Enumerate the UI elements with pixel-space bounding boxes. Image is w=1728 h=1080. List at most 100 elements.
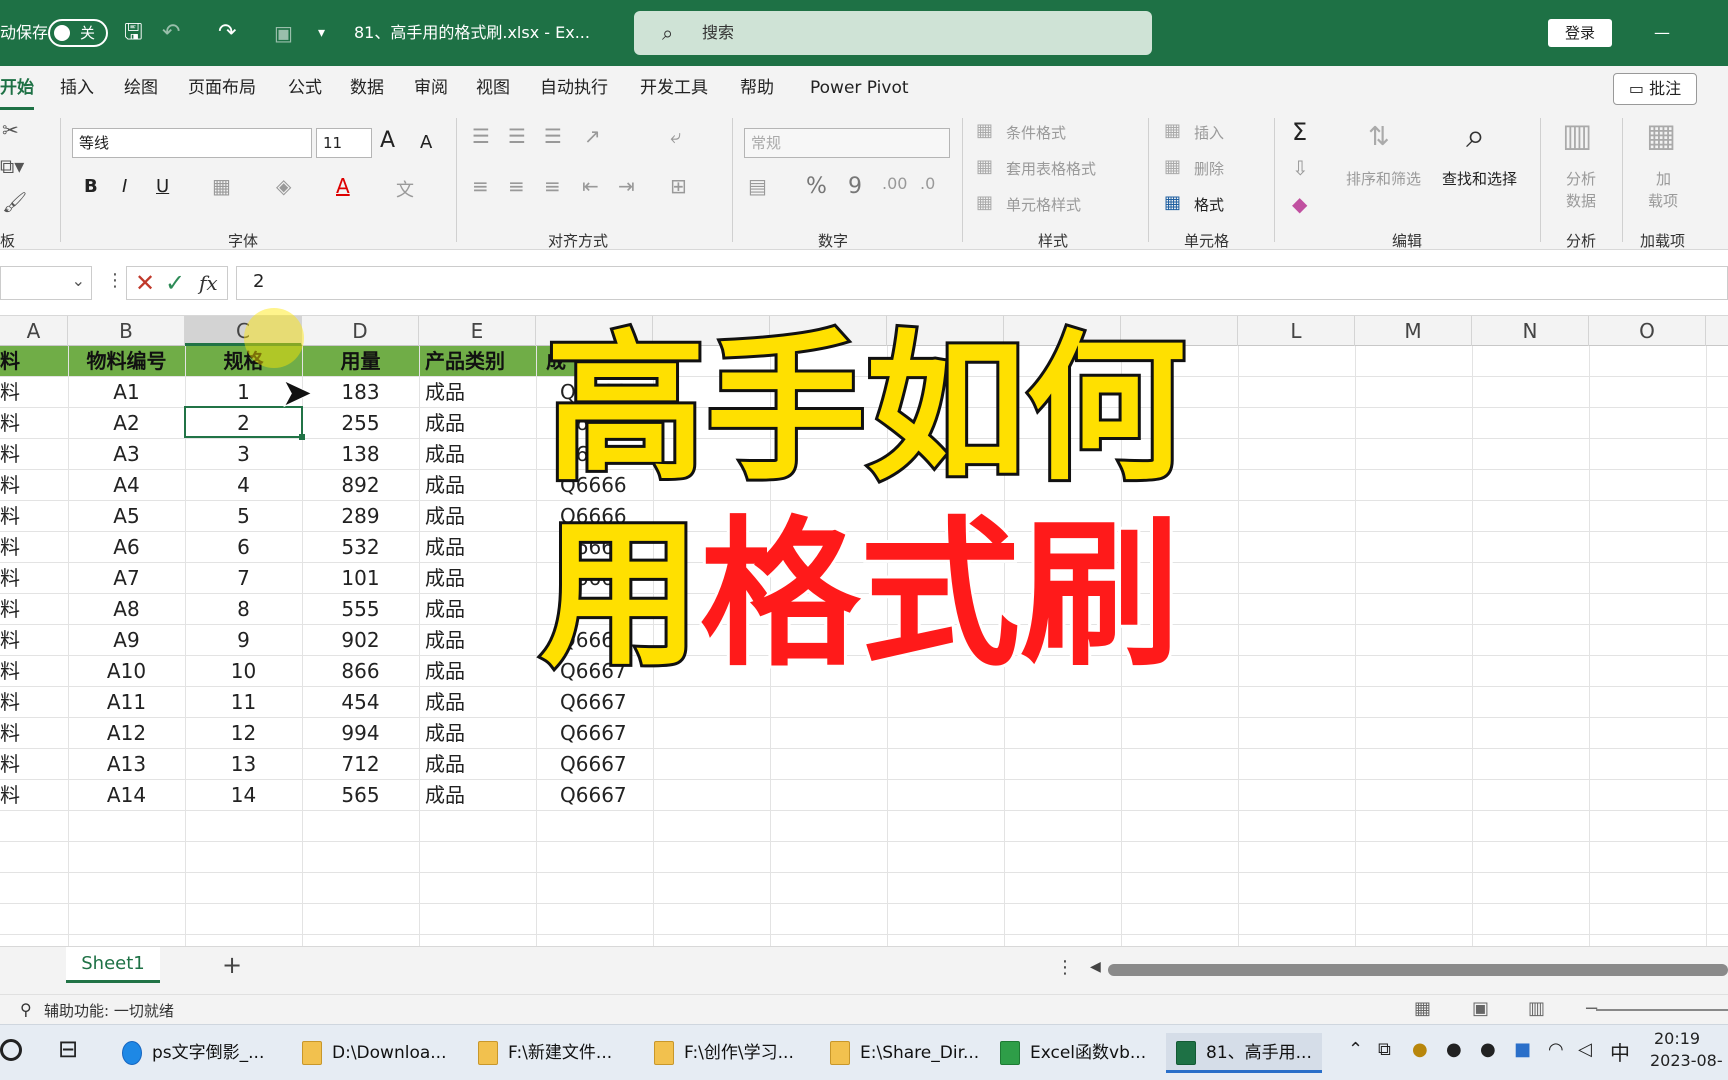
- column-header[interactable]: E: [419, 316, 536, 346]
- table-cell[interactable]: 11: [185, 687, 302, 718]
- table-cell[interactable]: A13: [68, 749, 185, 780]
- cut-icon[interactable]: ✂: [2, 118, 19, 142]
- fill-color-icon[interactable]: ◈: [276, 174, 291, 198]
- table-cell[interactable]: 成品: [425, 501, 536, 532]
- underline-button[interactable]: U: [156, 176, 169, 197]
- align-right-icon[interactable]: ≡: [544, 174, 561, 198]
- table-cell[interactable]: 712: [302, 749, 419, 780]
- sheet-tab-sheet1[interactable]: Sheet1: [66, 947, 160, 983]
- insert-function-button[interactable]: fx: [199, 271, 218, 295]
- table-cell[interactable]: A1: [68, 377, 185, 408]
- font-color-button[interactable]: A: [336, 174, 350, 198]
- table-cell[interactable]: 866: [302, 656, 419, 687]
- phonetic-button[interactable]: 文: [396, 176, 414, 202]
- table-cell[interactable]: 994: [302, 718, 419, 749]
- tray-icon[interactable]: ⧉: [1378, 1039, 1391, 1060]
- more-options-icon[interactable]: ⋮: [1056, 957, 1074, 978]
- sort-filter-icon[interactable]: ⇅: [1368, 122, 1390, 152]
- accessibility-icon[interactable]: ⚲: [20, 1000, 32, 1019]
- decrease-decimal-icon[interactable]: .0: [920, 174, 935, 193]
- table-cell[interactable]: 料: [0, 749, 68, 780]
- conditional-format-icon[interactable]: ▦: [976, 120, 993, 141]
- table-cell[interactable]: A11: [68, 687, 185, 718]
- table-cell[interactable]: 289: [302, 501, 419, 532]
- format-cells-button[interactable]: 格式: [1194, 194, 1224, 215]
- clock-date[interactable]: 2023-08-: [1650, 1051, 1723, 1070]
- comment-button[interactable]: ▭ 批注: [1613, 73, 1697, 105]
- table-cell[interactable]: 101: [302, 563, 419, 594]
- table-cell[interactable]: 料: [0, 408, 68, 439]
- table-cell[interactable]: 成品: [425, 656, 536, 687]
- insert-cells-button[interactable]: 插入: [1194, 122, 1224, 143]
- table-cell[interactable]: Q6667: [560, 718, 652, 749]
- increase-indent-icon[interactable]: ⇥: [618, 174, 635, 198]
- conditional-format-button[interactable]: 条件格式: [1006, 122, 1066, 143]
- comma-button[interactable]: 9: [848, 174, 862, 199]
- taskbar-item[interactable]: F:\新建文件...: [478, 1033, 612, 1073]
- save-icon[interactable]: 🖫: [124, 0, 143, 66]
- table-cell[interactable]: 成品: [425, 532, 536, 563]
- table-cell[interactable]: 成品: [425, 563, 536, 594]
- taskbar-item[interactable]: F:\创作\学习...: [654, 1033, 794, 1073]
- table-cell[interactable]: 料: [0, 718, 68, 749]
- decrease-indent-icon[interactable]: ⇤: [582, 174, 599, 198]
- quick-access-icon[interactable]: ▣: [274, 0, 293, 66]
- delete-cells-button[interactable]: 删除: [1194, 158, 1224, 179]
- redo-icon[interactable]: ↷: [218, 0, 236, 66]
- table-cell[interactable]: 成品: [425, 377, 536, 408]
- qq-icon[interactable]: ●: [1446, 1039, 1462, 1060]
- fill-handle[interactable]: [299, 434, 305, 440]
- border-icon[interactable]: ▦: [212, 174, 231, 198]
- table-cell[interactable]: A12: [68, 718, 185, 749]
- taskbar-item[interactable]: ps文字倒影_...: [122, 1033, 264, 1073]
- table-cell[interactable]: A7: [68, 563, 185, 594]
- table-header-cell[interactable]: 用量: [302, 346, 419, 376]
- table-cell[interactable]: 6: [185, 532, 302, 563]
- accounting-format-icon[interactable]: ▤: [748, 174, 767, 198]
- table-cell[interactable]: A4: [68, 470, 185, 501]
- table-cell[interactable]: 13: [185, 749, 302, 780]
- table-cell[interactable]: 3: [185, 439, 302, 470]
- volume-icon[interactable]: ◁: [1578, 1039, 1592, 1060]
- login-button[interactable]: 登录: [1548, 19, 1612, 47]
- table-cell[interactable]: 成品: [425, 718, 536, 749]
- name-box[interactable]: ⌄: [0, 266, 92, 300]
- page-break-view-icon[interactable]: ▥: [1528, 998, 1545, 1019]
- shrink-font-button[interactable]: A: [420, 132, 432, 153]
- table-cell[interactable]: 料: [0, 625, 68, 656]
- autosum-button[interactable]: Σ: [1292, 118, 1307, 146]
- table-cell[interactable]: A8: [68, 594, 185, 625]
- table-cell[interactable]: Q6667: [560, 780, 652, 811]
- tab-page-layout[interactable]: 页面布局: [188, 66, 256, 110]
- tab-review[interactable]: 审阅: [414, 66, 448, 110]
- align-left-icon[interactable]: ≡: [472, 174, 489, 198]
- table-cell[interactable]: 成品: [425, 625, 536, 656]
- align-bottom-icon[interactable]: ☰: [544, 124, 562, 148]
- table-cell[interactable]: 555: [302, 594, 419, 625]
- chevron-up-icon[interactable]: ⌃: [1348, 1039, 1363, 1060]
- table-cell[interactable]: 14: [185, 780, 302, 811]
- more-options-icon[interactable]: ⋮: [106, 270, 124, 291]
- table-cell[interactable]: 成品: [425, 470, 536, 501]
- column-header[interactable]: L: [1238, 316, 1355, 346]
- number-format-box[interactable]: 常规: [744, 128, 950, 158]
- column-header[interactable]: B: [68, 316, 185, 346]
- table-cell[interactable]: 料: [0, 780, 68, 811]
- font-size-box[interactable]: 11: [316, 128, 372, 158]
- table-cell[interactable]: A3: [68, 439, 185, 470]
- table-cell[interactable]: A2: [68, 408, 185, 439]
- table-cell[interactable]: 255: [302, 408, 419, 439]
- align-center-icon[interactable]: ≡: [508, 174, 525, 198]
- table-cell[interactable]: 料: [0, 532, 68, 563]
- find-select-button[interactable]: 查找和选择: [1442, 168, 1517, 189]
- column-header[interactable]: M: [1355, 316, 1472, 346]
- table-header-cell[interactable]: 料: [0, 346, 68, 376]
- tray-app-icon[interactable]: ●: [1412, 1039, 1428, 1060]
- table-cell[interactable]: A10: [68, 656, 185, 687]
- table-cell[interactable]: 138: [302, 439, 419, 470]
- table-cell[interactable]: 料: [0, 594, 68, 625]
- table-header-cell[interactable]: 物料编号: [68, 346, 185, 376]
- tab-insert[interactable]: 插入: [60, 66, 94, 110]
- copy-icon[interactable]: ⧉▾: [0, 154, 24, 178]
- table-cell[interactable]: 成品: [425, 687, 536, 718]
